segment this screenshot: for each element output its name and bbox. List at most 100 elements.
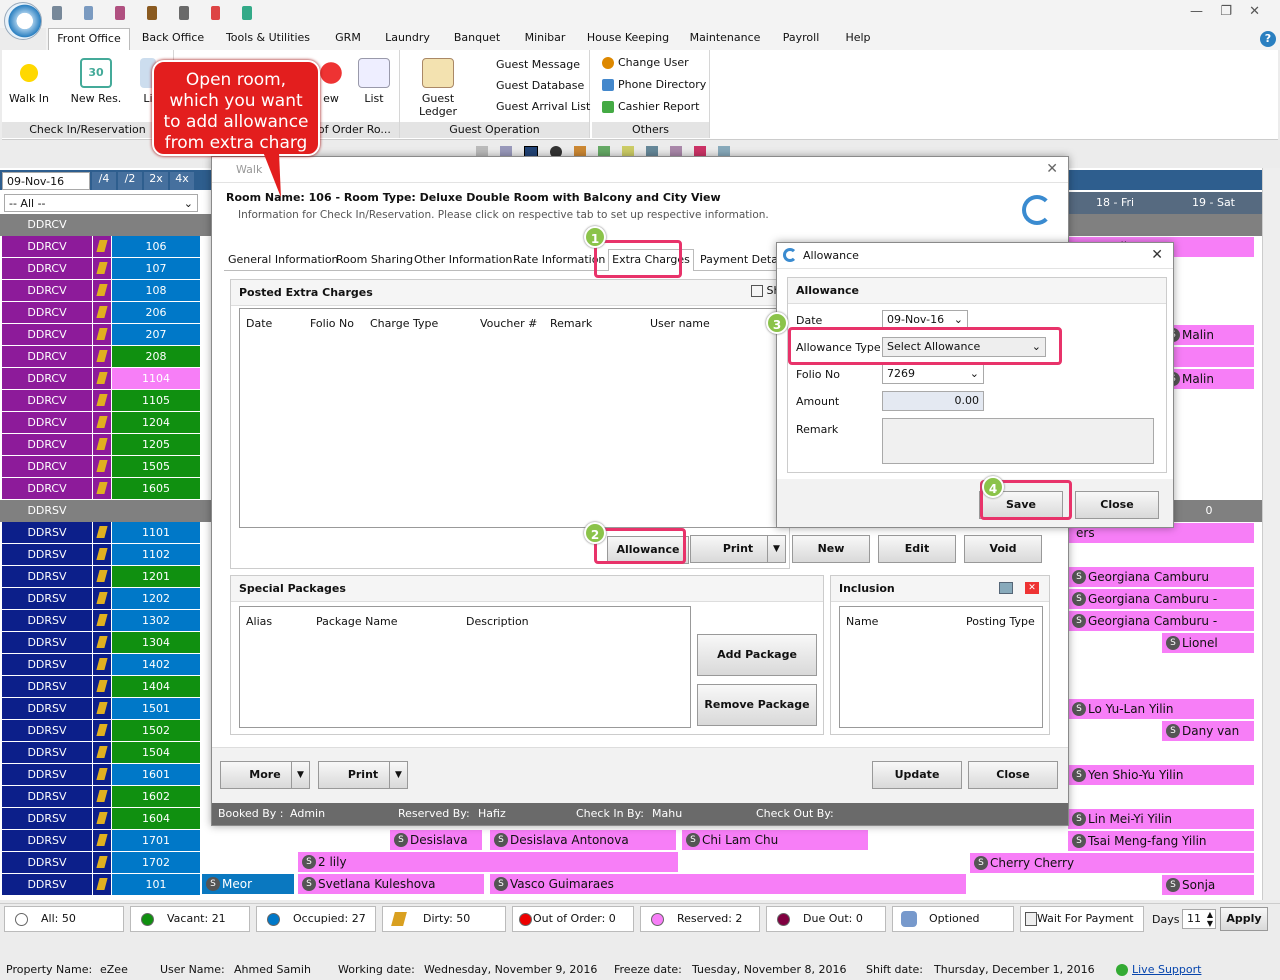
- amount-input[interactable]: 0.00: [882, 391, 984, 411]
- room-number-cell[interactable]: 1202: [112, 588, 200, 609]
- booking-bar[interactable]: S Lionel: [1162, 633, 1254, 653]
- tab-laundry[interactable]: Laundry: [380, 28, 435, 50]
- print-split-button[interactable]: Print ▼: [690, 535, 786, 563]
- booking-bar[interactable]: S Georgiana Camburu: [1068, 567, 1254, 587]
- new-res-button[interactable]: 30 New Res.: [70, 58, 122, 105]
- room-number-cell[interactable]: 1302: [112, 610, 200, 631]
- booking-bar[interactable]: SMalin: [1162, 325, 1254, 345]
- update-button[interactable]: Update: [872, 761, 962, 789]
- room-number-cell[interactable]: 1505: [112, 456, 200, 477]
- legend-all[interactable]: All: 50: [4, 906, 124, 932]
- live-support-link[interactable]: Live Support: [1132, 960, 1201, 980]
- booking-bar[interactable]: S Lo Yu-Lan Yilin: [1068, 699, 1254, 719]
- booking-bar[interactable]: S Sonja: [1162, 875, 1254, 895]
- ooo-list-button[interactable]: List: [358, 58, 390, 105]
- tab-maintenance[interactable]: Maintenance: [686, 28, 764, 50]
- guest-ledger-button[interactable]: Guest Ledger: [404, 58, 472, 118]
- close-icon[interactable]: ✕: [1151, 247, 1163, 263]
- print2-split-button[interactable]: Print ▼: [318, 761, 408, 789]
- booking-bar[interactable]: S Dany van: [1162, 721, 1254, 741]
- booking-bar[interactable]: SMalin: [1162, 369, 1254, 389]
- close-window-icon[interactable]: ✕: [1249, 4, 1260, 19]
- guest-arrival-list-item[interactable]: Guest Arrival List: [496, 100, 590, 113]
- tab-general-info[interactable]: General Information: [228, 253, 339, 266]
- tab-house-keeping[interactable]: House Keeping: [586, 28, 670, 50]
- show-checkbox[interactable]: [751, 285, 763, 297]
- room-number-cell[interactable]: 108: [112, 280, 200, 301]
- add-package-button[interactable]: Add Package: [697, 634, 817, 676]
- tab-banquet[interactable]: Banquet: [448, 28, 506, 50]
- booking-bar[interactable]: S Cherry Cherry: [970, 853, 1254, 873]
- room-filter-select[interactable]: -- All -- ⌄: [4, 194, 198, 212]
- close-button[interactable]: Close: [968, 761, 1058, 789]
- room-number-cell[interactable]: 1404: [112, 676, 200, 697]
- scale-half[interactable]: /2: [118, 172, 142, 190]
- tab-back-office[interactable]: Back Office: [138, 28, 208, 50]
- room-number-cell[interactable]: 206: [112, 302, 200, 323]
- room-number-cell[interactable]: 1604: [112, 808, 200, 829]
- room-number-cell[interactable]: 1504: [112, 742, 200, 763]
- delete-inclusion-icon[interactable]: ✕: [1025, 582, 1039, 594]
- book-icon[interactable]: [147, 6, 157, 20]
- guest-database-item[interactable]: Guest Database: [496, 79, 584, 92]
- room-number-cell[interactable]: 1501: [112, 698, 200, 719]
- print-dropdown-icon[interactable]: ▼: [767, 536, 785, 562]
- days-stepper[interactable]: 11 ▲ ▼: [1182, 909, 1216, 929]
- copy-icon[interactable]: [178, 6, 189, 20]
- chart-icon[interactable]: [83, 6, 94, 20]
- tab-other-info[interactable]: Other Information: [414, 253, 512, 266]
- legend-wait-payment[interactable]: Wait For Payment: [1020, 906, 1144, 932]
- void-button[interactable]: Void: [964, 535, 1042, 563]
- card-icon[interactable]: [115, 6, 126, 20]
- room-number-cell[interactable]: 1304: [112, 632, 200, 653]
- help-icon[interactable]: ?: [1260, 31, 1276, 47]
- room-number-cell[interactable]: 1701: [112, 830, 200, 851]
- booking-bar[interactable]: S Yen Shio-Yu Yilin: [1068, 765, 1254, 785]
- legend-dirty[interactable]: Dirty: 50: [382, 906, 506, 932]
- legend-reserved[interactable]: Reserved: 2: [640, 906, 760, 932]
- date-field[interactable]: 09-Nov-16: [2, 172, 90, 190]
- legend-vacant[interactable]: Vacant: 21: [130, 906, 250, 932]
- pdf-icon[interactable]: [210, 6, 221, 20]
- room-number-cell[interactable]: 1104: [112, 368, 200, 389]
- cashier-report-item[interactable]: Cashier Report: [602, 100, 699, 113]
- edit-button[interactable]: Edit: [878, 535, 956, 563]
- tab-front-office[interactable]: Front Office: [48, 28, 130, 50]
- room-number-cell[interactable]: 1702: [112, 852, 200, 873]
- new-button[interactable]: New: [792, 535, 870, 563]
- room-number-cell[interactable]: 101: [112, 874, 200, 895]
- tab-tools[interactable]: Tools & Utilities: [222, 28, 314, 50]
- add-inclusion-icon[interactable]: [999, 582, 1013, 594]
- scale-4x[interactable]: 4x: [170, 172, 194, 190]
- booking-bar[interactable]: S Tsai Meng-fang Yilin: [1068, 831, 1254, 851]
- more-dropdown-icon[interactable]: ▼: [291, 762, 309, 788]
- room-number-cell[interactable]: 208: [112, 346, 200, 367]
- room-number-cell[interactable]: 1602: [112, 786, 200, 807]
- database-icon[interactable]: [52, 6, 62, 20]
- legend-optioned[interactable]: Optioned: [892, 906, 1014, 932]
- tab-help[interactable]: Help: [836, 28, 880, 50]
- print2-dropdown-icon[interactable]: ▼: [389, 762, 407, 788]
- room-number-cell[interactable]: 1205: [112, 434, 200, 455]
- folio-select[interactable]: 7269 ⌄: [882, 364, 984, 384]
- room-number-cell[interactable]: 1605: [112, 478, 200, 499]
- room-number-cell[interactable]: 1601: [112, 764, 200, 785]
- legend-occupied[interactable]: Occupied: 27: [256, 906, 376, 932]
- room-number-cell[interactable]: 1402: [112, 654, 200, 675]
- view-button[interactable]: ew: [316, 58, 346, 105]
- change-user-item[interactable]: Change User: [602, 56, 689, 69]
- minimize-icon[interactable]: —: [1190, 4, 1203, 19]
- booking-bar[interactable]: SGeorgiana Camburu - Stoica: [1068, 589, 1254, 626]
- room-number-cell[interactable]: 1201: [112, 566, 200, 587]
- room-number-cell[interactable]: 106: [112, 236, 200, 257]
- remark-textarea[interactable]: [882, 418, 1154, 464]
- app-logo[interactable]: [4, 2, 42, 40]
- scale-quarter[interactable]: /4: [92, 172, 116, 190]
- phone-directory-item[interactable]: Phone Directory: [602, 78, 706, 91]
- tab-room-sharing[interactable]: Room Sharing: [336, 253, 413, 266]
- scale-2x[interactable]: 2x: [144, 172, 168, 190]
- tab-payroll[interactable]: Payroll: [776, 28, 826, 50]
- legend-due-out[interactable]: Due Out: 0: [766, 906, 886, 932]
- room-number-cell[interactable]: 107: [112, 258, 200, 279]
- guest-message-item[interactable]: Guest Message: [496, 58, 580, 71]
